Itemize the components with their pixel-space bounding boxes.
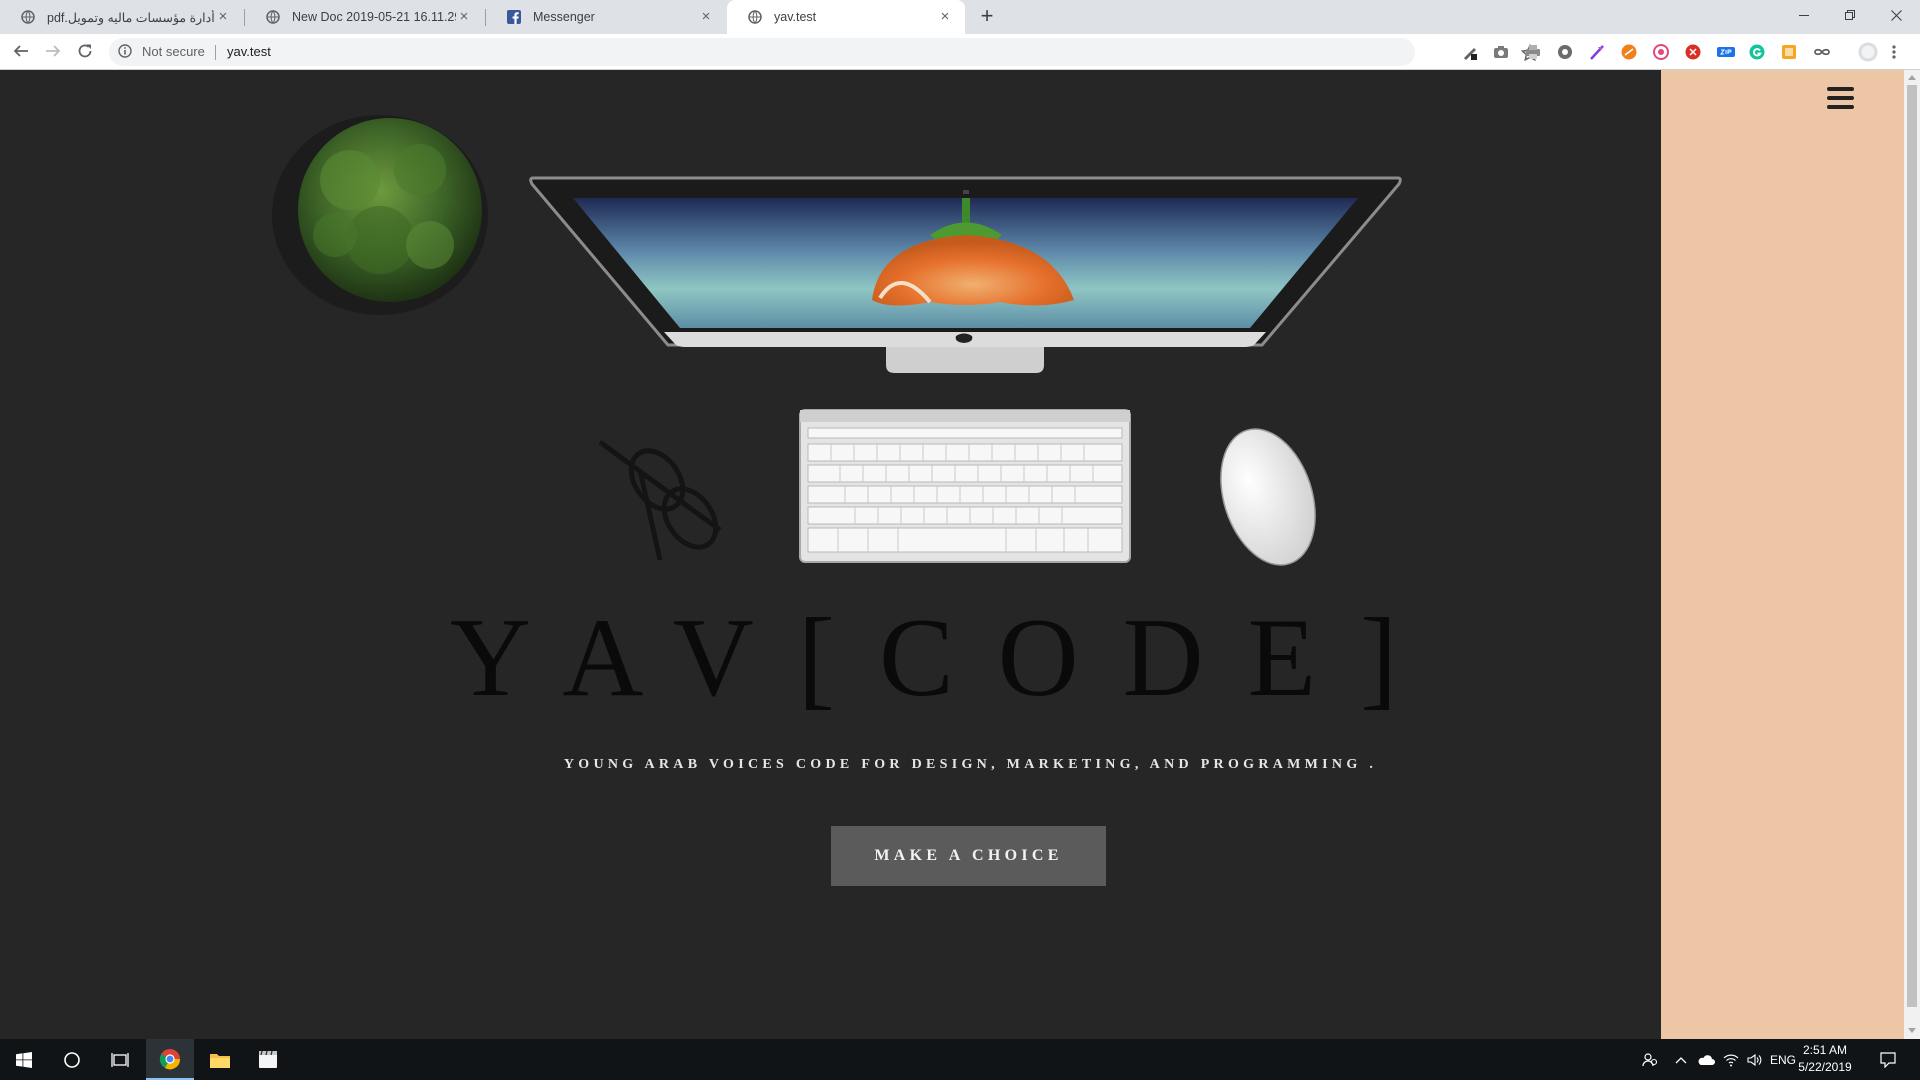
new-tab-button[interactable]: +	[975, 5, 999, 29]
back-button[interactable]	[9, 39, 33, 63]
scrollbar-thumb[interactable]	[1907, 85, 1917, 1007]
gear-extension-icon[interactable]	[1557, 44, 1573, 60]
grammarly-icon[interactable]	[1749, 44, 1765, 60]
browser-tab-strip: أدارة مؤسسات ماليه وتمويل.pdf × New Doc …	[0, 0, 1920, 34]
mouse-image	[1220, 428, 1316, 566]
close-tab-icon[interactable]: ×	[698, 9, 714, 25]
wifi-icon[interactable]	[1720, 1039, 1742, 1080]
url-text[interactable]: yav.test	[227, 44, 271, 59]
chevron-up-icon[interactable]	[1672, 1039, 1690, 1080]
red-close-icon[interactable]	[1685, 44, 1701, 60]
site-logo[interactable]: YAV[CODE]	[450, 602, 1500, 714]
tab-label: أدارة مؤسسات ماليه وتمويل.pdf	[47, 10, 215, 25]
orange-square-icon[interactable]	[1781, 44, 1797, 60]
plant-image	[272, 115, 488, 315]
tab-label: Messenger	[533, 10, 595, 24]
printer-icon[interactable]	[1525, 44, 1541, 60]
security-label[interactable]: Not secure	[142, 44, 205, 59]
clock-date: 5/22/2019	[1798, 1060, 1852, 1074]
close-tab-icon[interactable]: ×	[937, 9, 953, 25]
close-window-button[interactable]	[1873, 0, 1919, 30]
clock-time: 2:51 AM	[1802, 1043, 1848, 1057]
tab-new-doc[interactable]: New Doc 2019-05-21 16.11.29 ×	[245, 0, 484, 34]
feather-icon[interactable]	[1589, 44, 1605, 60]
globe-icon	[21, 10, 35, 24]
windows-start-icon[interactable]	[0, 1039, 48, 1080]
menu-bar	[1827, 105, 1854, 109]
system-clock[interactable]: 2:51 AM 5/22/2019	[1794, 1042, 1856, 1076]
minimize-button[interactable]	[1781, 0, 1827, 30]
browser-menu-icon[interactable]	[1892, 44, 1904, 60]
infinity-icon[interactable]	[1813, 44, 1830, 60]
info-icon[interactable]	[118, 44, 132, 58]
close-tab-icon[interactable]: ×	[215, 9, 231, 25]
volume-icon[interactable]	[1744, 1039, 1766, 1080]
profile-avatar[interactable]	[1858, 42, 1878, 62]
side-panel	[1661, 70, 1904, 1039]
page-scrollbar[interactable]	[1904, 70, 1920, 1039]
monitor-image	[529, 176, 1402, 373]
desk-scene-illustration	[272, 115, 1402, 566]
menu-bar	[1827, 87, 1854, 91]
cortana-search-icon[interactable]	[48, 1039, 96, 1080]
globe-icon	[748, 10, 762, 24]
facebook-icon	[507, 10, 521, 24]
task-view-icon[interactable]	[96, 1039, 144, 1080]
scroll-down-icon[interactable]	[1908, 1028, 1916, 1033]
menu-bar	[1827, 96, 1854, 100]
windows-taskbar: ENG 2:51 AM 5/22/2019	[0, 1039, 1920, 1080]
page-viewport: YAV[CODE] YOUNG ARAB VOICES CODE FOR DES…	[0, 70, 1661, 1039]
zip-icon[interactable]	[1717, 44, 1735, 60]
close-tab-icon[interactable]: ×	[456, 9, 472, 25]
reload-button[interactable]	[73, 39, 97, 63]
url-divider	[215, 45, 216, 60]
chrome-taskbar-icon[interactable]	[146, 1039, 194, 1080]
hamburger-menu-icon[interactable]	[1827, 87, 1854, 111]
site-tagline: YOUNG ARAB VOICES CODE FOR DESIGN, MARKE…	[563, 757, 1378, 772]
orange-circle-icon[interactable]	[1621, 44, 1637, 60]
scroll-up-icon[interactable]	[1908, 75, 1916, 80]
address-bar[interactable]: Not secure yav.test	[109, 38, 1540, 66]
pen-tool-icon[interactable]	[1462, 44, 1478, 60]
tab-messenger[interactable]: Messenger ×	[486, 0, 726, 34]
people-icon[interactable]	[1638, 1039, 1662, 1080]
tab-pdf[interactable]: أدارة مؤسسات ماليه وتمويل.pdf ×	[0, 0, 243, 34]
pink-circle-icon[interactable]	[1653, 44, 1669, 60]
video-editor-icon[interactable]	[244, 1039, 292, 1080]
tab-label: New Doc 2019-05-21 16.11.29	[292, 10, 456, 24]
make-a-choice-button[interactable]: MAKE A CHOICE	[831, 826, 1106, 886]
language-indicator[interactable]: ENG	[1769, 1039, 1797, 1080]
tab-label: yav.test	[774, 10, 817, 24]
glasses-image	[598, 439, 722, 561]
onedrive-cloud-icon[interactable]	[1695, 1039, 1717, 1080]
keyboard-image	[799, 409, 1131, 563]
file-explorer-icon[interactable]	[196, 1039, 244, 1080]
camera-icon[interactable]	[1493, 44, 1509, 60]
action-center-icon[interactable]	[1870, 1039, 1906, 1080]
tab-yav-test[interactable]: yav.test ×	[727, 0, 965, 34]
globe-icon	[266, 10, 280, 24]
browser-toolbar: Not secure yav.test	[0, 34, 1920, 70]
forward-button[interactable]	[41, 39, 65, 63]
restore-button[interactable]	[1827, 0, 1873, 30]
